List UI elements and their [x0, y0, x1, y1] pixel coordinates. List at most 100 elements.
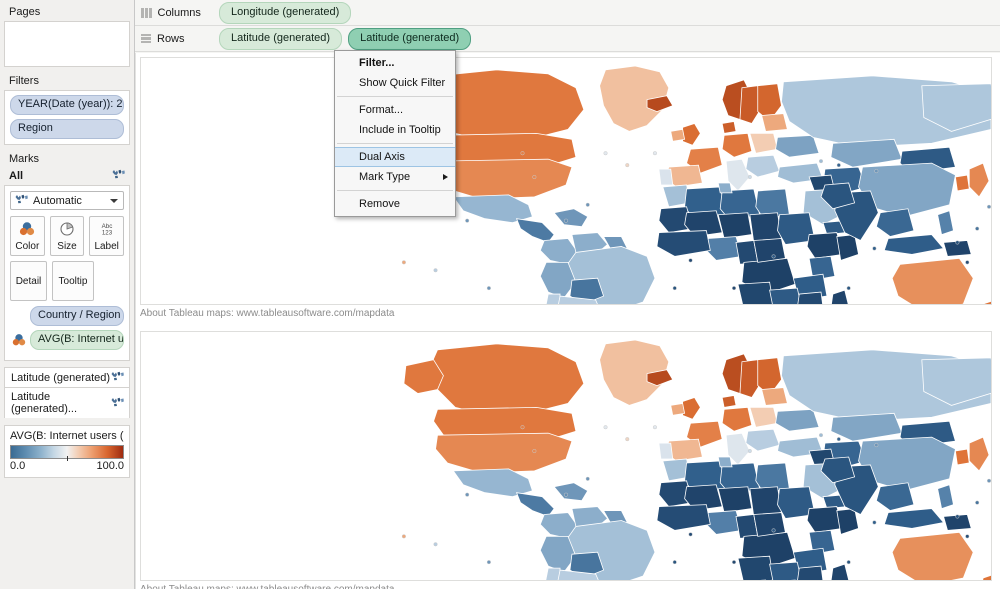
rows-shelf[interactable]: Rows Latitude (generated) Latitude (gene…	[135, 26, 1000, 52]
marks-size-button[interactable]: Size	[49, 216, 85, 256]
map-island-mark[interactable]	[965, 260, 970, 265]
map-island-mark[interactable]	[955, 240, 960, 245]
map-country-canada[interactable]	[429, 343, 585, 416]
map-island-mark[interactable]	[520, 425, 525, 430]
map-island-mark[interactable]	[603, 425, 608, 430]
map-island-mark[interactable]	[731, 286, 737, 291]
map-country-uk[interactable]	[682, 396, 701, 420]
map-country-madagascar[interactable]	[831, 289, 851, 304]
map-country-ireland[interactable]	[670, 402, 686, 416]
map-country-germany[interactable]	[721, 132, 753, 158]
map-island-mark[interactable]	[465, 492, 470, 497]
map-country-zambia[interactable]	[769, 561, 802, 580]
map-country-mexico[interactable]	[452, 468, 533, 498]
filter-pill-region[interactable]: Region	[10, 119, 124, 139]
map-country-tunisia[interactable]	[717, 182, 733, 194]
context-menu-item-show-quick-filter[interactable]: Show Quick Filter	[335, 73, 455, 93]
map-island-mark[interactable]	[401, 534, 406, 539]
map-island-mark[interactable]	[672, 286, 677, 291]
map-country-car[interactable]	[753, 238, 786, 263]
map-island-mark[interactable]	[486, 286, 491, 291]
columns-shelf[interactable]: Columns Longitude (generated)	[135, 0, 1000, 26]
map-country-korea[interactable]	[954, 174, 970, 192]
rows-pill-latitude-2[interactable]: Latitude (generated)	[348, 27, 472, 50]
columns-pill-longitude[interactable]: Longitude (generated)	[219, 1, 352, 24]
map-country-mozambique[interactable]	[797, 291, 825, 304]
map-country-balkans[interactable]	[745, 428, 781, 452]
map-country-germany[interactable]	[721, 406, 753, 432]
map-island-mark[interactable]	[874, 169, 879, 174]
map-country-baltics[interactable]	[761, 387, 788, 406]
map-island-mark[interactable]	[688, 258, 693, 263]
filter-pill-year[interactable]: YEAR(Date (year)): 2010	[10, 95, 124, 115]
map-island-mark[interactable]	[625, 437, 630, 442]
map-country-mozambique[interactable]	[797, 565, 825, 580]
context-menu-item-remove[interactable]: Remove	[335, 194, 455, 214]
map-island-mark[interactable]	[955, 514, 960, 519]
map-island-mark[interactable]	[872, 520, 877, 525]
map-island-mark[interactable]	[846, 286, 851, 291]
map-country-portugal[interactable]	[658, 442, 674, 460]
map-country-kazakhstan[interactable]	[830, 412, 903, 442]
legend-card-latitude-1[interactable]: Latitude (generated)	[4, 367, 130, 387]
map-country-australia[interactable]	[891, 531, 974, 580]
map-island-mark[interactable]	[975, 226, 980, 231]
map-country-centralam[interactable]	[515, 492, 555, 517]
map-country-seasia[interactable]	[875, 208, 915, 237]
map-country-chad[interactable]	[749, 486, 782, 517]
map-country-niger[interactable]	[717, 212, 753, 239]
map-country-zambia[interactable]	[769, 287, 802, 304]
map-country-tunisia[interactable]	[717, 456, 733, 468]
map-country-niger[interactable]	[717, 486, 753, 513]
marks-pill-country-region[interactable]: Country / Region	[30, 306, 124, 326]
map-country-japan[interactable]	[968, 436, 990, 472]
map-island-mark[interactable]	[986, 478, 991, 483]
map-island-mark[interactable]	[401, 260, 406, 265]
map-country-balkans[interactable]	[745, 154, 781, 178]
context-menu-item-include-in-tooltip[interactable]: Include in Tooltip	[335, 120, 455, 140]
map-country-angola[interactable]	[737, 555, 774, 580]
map-island-mark[interactable]	[747, 449, 752, 454]
mark-type-dropdown[interactable]: Automatic	[10, 191, 124, 210]
map-island-mark[interactable]	[688, 532, 693, 537]
map-island-mark[interactable]	[433, 268, 438, 273]
map-island-mark[interactable]	[731, 560, 737, 565]
map-country-portugal[interactable]	[658, 168, 674, 186]
map-country-poland[interactable]	[749, 132, 778, 154]
map-view-top[interactable]	[140, 57, 992, 305]
map-island-mark[interactable]	[563, 218, 569, 223]
map-country-indonesia[interactable]	[883, 508, 945, 529]
map-country-philippines[interactable]	[937, 484, 954, 510]
filters-shelf-dropzone[interactable]: YEAR(Date (year)): 2010 Region	[4, 90, 130, 145]
map-country-korea[interactable]	[954, 448, 970, 466]
map-country-chile[interactable]	[542, 293, 561, 304]
context-menu-item-dual-axis[interactable]: Dual Axis	[335, 147, 455, 167]
map-country-philippines[interactable]	[937, 210, 954, 236]
map-island-mark[interactable]	[872, 246, 877, 251]
map-island-mark[interactable]	[652, 151, 657, 156]
map-island-mark[interactable]	[652, 425, 657, 430]
map-country-ukraine[interactable]	[775, 408, 820, 432]
map-country-chad[interactable]	[749, 212, 782, 243]
legend-card-latitude-2[interactable]: Latitude (generated)...	[4, 387, 130, 418]
map-country-wafricacoast[interactable]	[656, 230, 711, 257]
map-country-angola[interactable]	[737, 281, 774, 304]
map-country-madagascar[interactable]	[830, 563, 851, 580]
map-country-poland[interactable]	[749, 406, 778, 428]
map-island-mark[interactable]	[625, 163, 630, 168]
marks-detail-button[interactable]: Detail	[10, 261, 47, 301]
map-island-mark[interactable]	[585, 476, 590, 481]
map-country-somalia[interactable]	[836, 508, 860, 535]
map-country-ireland[interactable]	[670, 128, 686, 142]
map-island-mark[interactable]	[965, 534, 970, 539]
map-island-mark[interactable]	[532, 449, 537, 454]
map-country-caribbean[interactable]	[553, 482, 589, 502]
map-island-mark[interactable]	[836, 437, 841, 442]
map-country-australia[interactable]	[891, 257, 974, 304]
context-menu-item-format[interactable]: Format...	[335, 100, 455, 120]
map-country-uk[interactable]	[682, 122, 701, 146]
map-country-caribbean[interactable]	[553, 208, 589, 228]
map-country-denmark[interactable]	[721, 121, 737, 134]
map-island-mark[interactable]	[771, 254, 776, 259]
map-island-mark[interactable]	[975, 500, 980, 505]
